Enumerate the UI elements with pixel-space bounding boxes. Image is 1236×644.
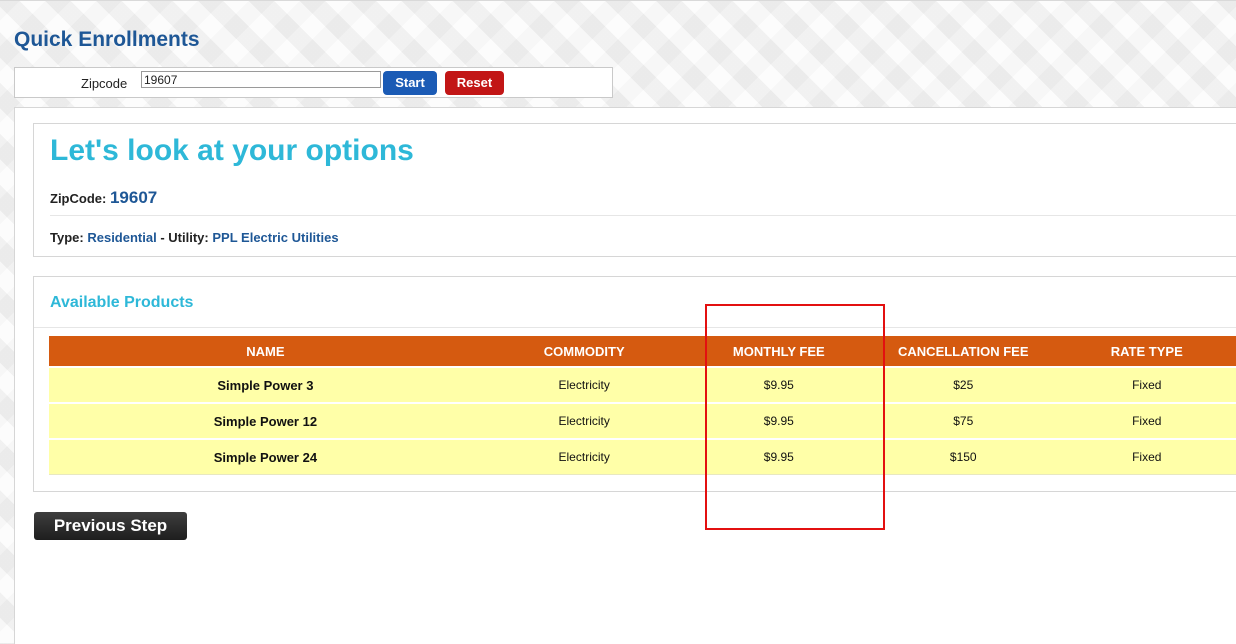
zipcode-summary-value: 19607 [110, 188, 157, 207]
product-cancellation-fee: $150 [871, 439, 1055, 475]
type-value: Residential [87, 230, 156, 245]
zipcode-summary: ZipCode: 19607 [50, 188, 157, 208]
product-commodity: Electricity [482, 403, 687, 439]
main-panel: Let's look at your options ZipCode: 1960… [14, 107, 1236, 644]
column-header-commodity: COMMODITY [482, 336, 687, 367]
product-commodity: Electricity [482, 439, 687, 475]
product-cancellation-fee: $75 [871, 403, 1055, 439]
table-row[interactable]: Simple Power 12 Electricity $9.95 $75 Fi… [49, 403, 1236, 439]
page-title: Quick Enrollments [14, 28, 200, 52]
table-row[interactable]: Simple Power 3 Electricity $9.95 $25 Fix… [49, 367, 1236, 403]
options-card: Let's look at your options ZipCode: 1960… [33, 123, 1236, 257]
utility-value: PPL Electric Utilities [212, 230, 338, 245]
type-separator: - [160, 230, 164, 245]
product-rate-type: Fixed [1056, 439, 1236, 475]
product-name: Simple Power 24 [49, 439, 482, 475]
products-card: Available Products NAME COMMODITY MONTHL… [33, 276, 1236, 492]
zipcode-form: Zipcode Start Reset [14, 67, 613, 98]
start-button[interactable]: Start [383, 71, 437, 95]
type-utility-summary: Type: Residential - Utility: PPL Electri… [50, 230, 339, 245]
zipcode-input[interactable] [141, 71, 381, 88]
table-row[interactable]: Simple Power 24 Electricity $9.95 $150 F… [49, 439, 1236, 475]
column-header-name: NAME [49, 336, 482, 367]
reset-button[interactable]: Reset [445, 71, 504, 95]
product-rate-type: Fixed [1056, 367, 1236, 403]
column-header-cancellation-fee: CANCELLATION FEE [871, 336, 1055, 367]
product-rate-type: Fixed [1056, 403, 1236, 439]
products-divider [34, 327, 1236, 328]
products-table: NAME COMMODITY MONTHLY FEE CANCELLATION … [49, 336, 1236, 475]
top-border [0, 0, 1236, 1]
products-title: Available Products [50, 294, 193, 312]
options-title: Let's look at your options [50, 134, 414, 168]
zipcode-summary-label: ZipCode: [50, 191, 106, 206]
products-header-row: NAME COMMODITY MONTHLY FEE CANCELLATION … [49, 336, 1236, 367]
zipcode-label: Zipcode [81, 76, 127, 91]
product-commodity: Electricity [482, 367, 687, 403]
previous-step-button[interactable]: Previous Step [34, 512, 187, 540]
product-name: Simple Power 3 [49, 367, 482, 403]
type-label: Type: [50, 230, 84, 245]
utility-label: Utility: [168, 230, 208, 245]
product-cancellation-fee: $25 [871, 367, 1055, 403]
product-name: Simple Power 12 [49, 403, 482, 439]
column-header-rate-type: RATE TYPE [1056, 336, 1236, 367]
options-divider [50, 215, 1236, 216]
monthly-fee-highlight-box [705, 304, 885, 530]
